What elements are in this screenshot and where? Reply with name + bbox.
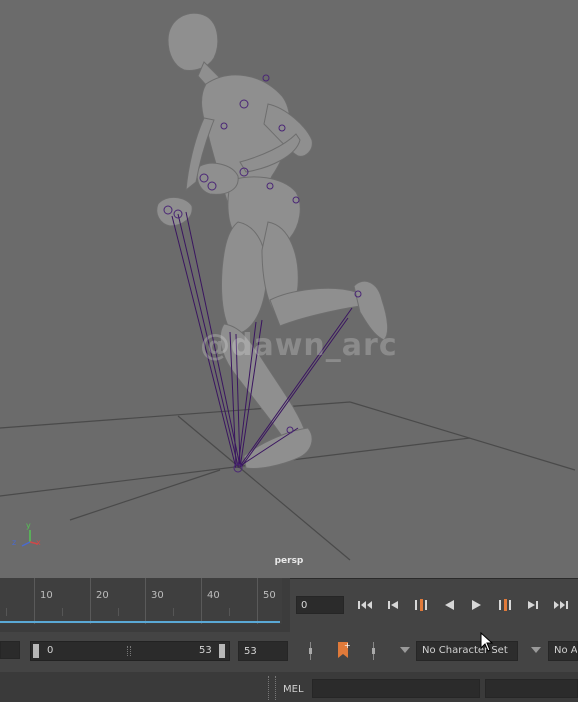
current-time-field[interactable]: 0 (296, 596, 344, 614)
playback-range-bar (0, 621, 280, 623)
axis-z-label: z (12, 538, 17, 547)
step-forward-frame-icon[interactable] (522, 596, 544, 614)
range-slider[interactable]: 0 53 (30, 641, 230, 661)
command-result-field (485, 679, 578, 698)
minor-tick (173, 608, 174, 616)
svg-text:+: + (344, 641, 351, 650)
tick-mark (34, 578, 35, 624)
step-back-key-icon[interactable] (410, 596, 432, 614)
animation-start-field[interactable] (0, 641, 20, 659)
anim-layer-menu[interactable]: No A (548, 641, 578, 661)
tick-mark (201, 578, 202, 624)
tick-label: 10 (40, 590, 53, 601)
play-backward-icon[interactable] (438, 596, 460, 614)
time-ruler[interactable]: 10 20 30 40 50 (0, 578, 282, 624)
axis-y-label: y (26, 521, 31, 530)
go-to-end-icon[interactable] (550, 596, 572, 614)
character-set-menu[interactable]: No Character Set (416, 641, 518, 661)
step-back-frame-icon[interactable] (382, 596, 404, 614)
watermark: @dawn_arc (200, 328, 398, 363)
go-to-start-icon[interactable] (354, 596, 376, 614)
range-end-handle[interactable] (219, 644, 225, 658)
tick-label: 40 (207, 590, 220, 601)
step-forward-key-icon[interactable] (494, 596, 516, 614)
anim-prefs-divider-icon (372, 642, 376, 664)
auto-key-divider-icon (309, 642, 313, 664)
mouse-cursor-icon (480, 631, 494, 656)
range-start-handle[interactable] (33, 644, 39, 658)
tick-label: 20 (96, 590, 109, 601)
minor-tick (229, 608, 230, 616)
range-grip[interactable] (127, 646, 131, 656)
tick-mark (90, 578, 91, 624)
minor-tick (118, 608, 119, 616)
tick-label: 30 (151, 590, 164, 601)
anim-layer-dropdown-icon[interactable] (531, 647, 541, 653)
character-set-dropdown-icon[interactable] (400, 647, 410, 653)
minor-tick (62, 608, 63, 616)
playback-end-field[interactable]: 53 (238, 641, 288, 661)
character-model[interactable] (156, 12, 389, 469)
tick-mark (145, 578, 146, 624)
tick-label: 50 (263, 590, 276, 601)
minor-tick (6, 608, 7, 616)
script-language-toggle[interactable]: MEL (283, 684, 304, 695)
command-input[interactable] (312, 679, 480, 698)
viewport-scene (0, 12, 576, 561)
perspective-viewport[interactable]: y x z @dawn_arc persp (0, 0, 578, 579)
camera-label: persp (274, 556, 304, 566)
play-forward-icon[interactable] (466, 596, 488, 614)
tick-mark (257, 578, 258, 624)
axis-x-label: x (36, 538, 41, 547)
range-end-value: 53 (199, 645, 212, 656)
range-start-value: 0 (47, 645, 54, 656)
time-slider[interactable]: 10 20 30 40 50 (0, 578, 290, 632)
command-line-grip[interactable] (268, 676, 276, 700)
auto-key-icon[interactable]: + (335, 640, 351, 664)
